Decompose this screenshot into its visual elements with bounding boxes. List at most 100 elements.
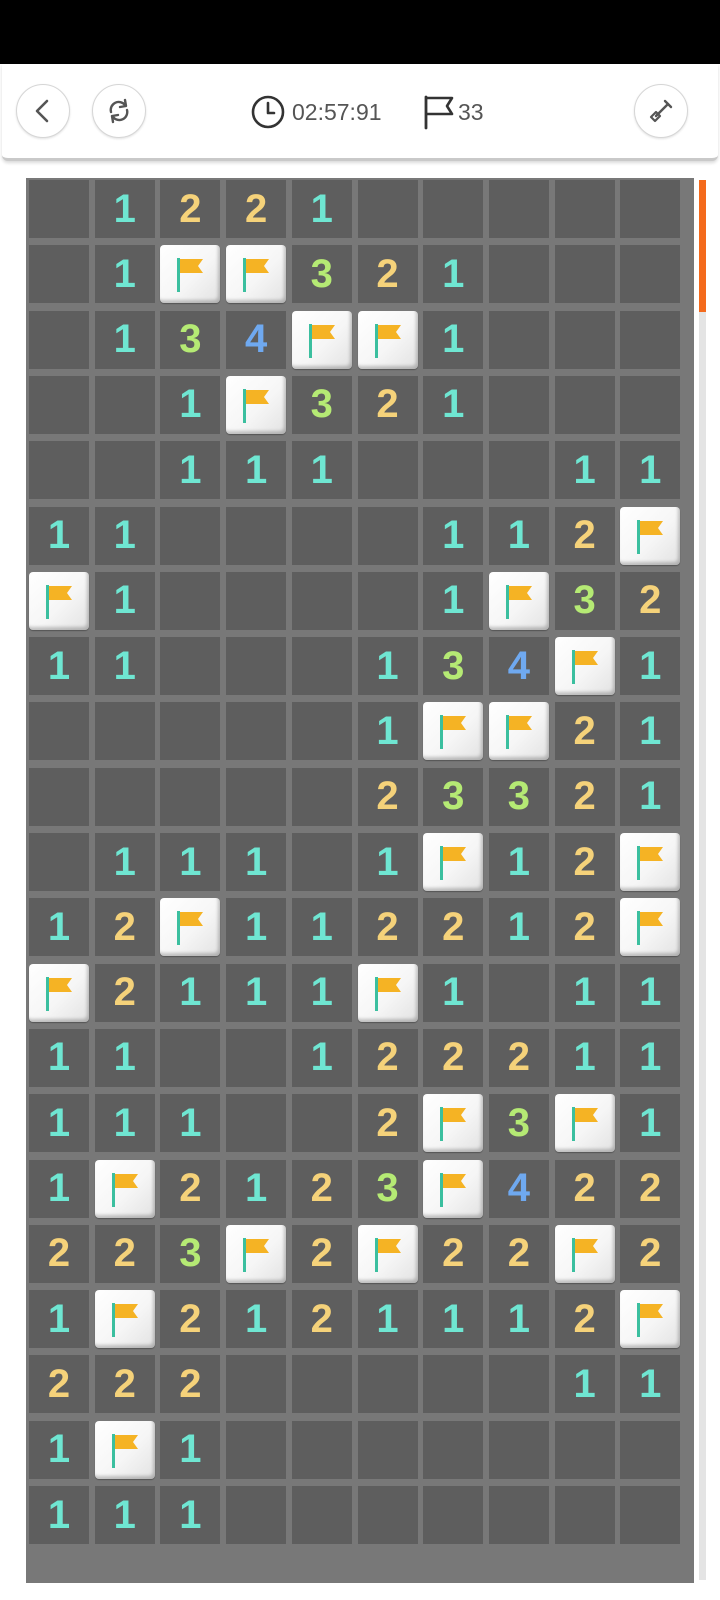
cell-number[interactable]: 1	[488, 506, 549, 565]
cell-revealed-empty[interactable]	[226, 506, 287, 565]
cell-flagged[interactable]	[488, 571, 549, 630]
cell-revealed-empty[interactable]	[554, 1420, 615, 1479]
cell-revealed-empty[interactable]	[423, 180, 484, 238]
cell-revealed-empty[interactable]	[94, 441, 155, 500]
cell-number[interactable]: 2	[357, 1028, 418, 1087]
cell-revealed-empty[interactable]	[357, 1486, 418, 1544]
cell-revealed-empty[interactable]	[226, 637, 287, 696]
cell-revealed-empty[interactable]	[160, 637, 221, 696]
cell-revealed-empty[interactable]	[357, 441, 418, 500]
cell-revealed-empty[interactable]	[291, 637, 352, 696]
cell-revealed-empty[interactable]	[160, 1028, 221, 1087]
cell-flagged[interactable]	[423, 702, 484, 761]
cell-flagged[interactable]	[423, 1159, 484, 1218]
dig-mode-button[interactable]	[634, 84, 688, 138]
cell-number[interactable]: 2	[94, 898, 155, 957]
cell-flagged[interactable]	[620, 506, 681, 565]
cell-revealed-empty[interactable]	[226, 1420, 287, 1479]
cell-number[interactable]: 2	[160, 1355, 221, 1414]
cell-revealed-empty[interactable]	[423, 1355, 484, 1414]
cell-revealed-empty[interactable]	[357, 506, 418, 565]
cell-number[interactable]: 2	[423, 1224, 484, 1283]
cell-number[interactable]: 2	[94, 1224, 155, 1283]
cell-revealed-empty[interactable]	[29, 767, 89, 826]
cell-revealed-empty[interactable]	[554, 245, 615, 304]
cell-revealed-empty[interactable]	[488, 1486, 549, 1544]
cell-number[interactable]: 1	[29, 637, 89, 696]
cell-number[interactable]: 1	[291, 1028, 352, 1087]
cell-number[interactable]: 1	[29, 1420, 89, 1479]
cell-number[interactable]: 2	[554, 1290, 615, 1349]
cell-number[interactable]: 3	[554, 571, 615, 630]
cell-number[interactable]: 1	[29, 1486, 89, 1544]
cell-number[interactable]: 2	[291, 1159, 352, 1218]
cell-number[interactable]: 2	[554, 898, 615, 957]
cell-revealed-empty[interactable]	[488, 310, 549, 369]
cell-number[interactable]: 4	[488, 1159, 549, 1218]
cell-number[interactable]: 2	[160, 1290, 221, 1349]
cell-number[interactable]: 1	[160, 1420, 221, 1479]
cell-number[interactable]: 1	[423, 963, 484, 1022]
cell-number[interactable]: 3	[357, 1159, 418, 1218]
cell-revealed-empty[interactable]	[29, 245, 89, 304]
cell-revealed-empty[interactable]	[357, 571, 418, 630]
cell-flagged[interactable]	[29, 571, 89, 630]
cell-flagged[interactable]	[160, 898, 221, 957]
cell-revealed-empty[interactable]	[357, 1420, 418, 1479]
cell-revealed-empty[interactable]	[226, 1355, 287, 1414]
cell-revealed-empty[interactable]	[291, 1094, 352, 1153]
cell-flagged[interactable]	[554, 1094, 615, 1153]
cell-number[interactable]: 1	[160, 441, 221, 500]
cell-revealed-empty[interactable]	[94, 702, 155, 761]
cell-number[interactable]: 2	[357, 767, 418, 826]
cell-number[interactable]: 1	[488, 1290, 549, 1349]
cell-revealed-empty[interactable]	[29, 375, 89, 434]
cell-number[interactable]: 2	[620, 1159, 681, 1218]
cell-revealed-empty[interactable]	[620, 1486, 681, 1544]
cell-revealed-empty[interactable]	[94, 767, 155, 826]
cell-number[interactable]: 1	[620, 1355, 681, 1414]
cell-flagged[interactable]	[423, 833, 484, 891]
cell-number[interactable]: 3	[488, 767, 549, 826]
cell-revealed-empty[interactable]	[554, 1486, 615, 1544]
cell-revealed-empty[interactable]	[488, 963, 549, 1022]
cell-number[interactable]: 3	[160, 1224, 221, 1283]
cell-revealed-empty[interactable]	[29, 310, 89, 369]
cell-number[interactable]: 3	[291, 245, 352, 304]
cell-revealed-empty[interactable]	[423, 441, 484, 500]
cell-number[interactable]: 1	[94, 1028, 155, 1087]
cell-revealed-empty[interactable]	[357, 1355, 418, 1414]
cell-number[interactable]: 1	[160, 375, 221, 434]
cell-number[interactable]: 2	[29, 1355, 89, 1414]
cell-revealed-empty[interactable]	[620, 245, 681, 304]
cell-revealed-empty[interactable]	[620, 180, 681, 238]
cell-number[interactable]: 2	[554, 1159, 615, 1218]
cell-revealed-empty[interactable]	[488, 441, 549, 500]
cell-flagged[interactable]	[620, 898, 681, 957]
cell-revealed-empty[interactable]	[29, 833, 89, 891]
cell-revealed-empty[interactable]	[160, 702, 221, 761]
cell-flagged[interactable]	[620, 833, 681, 891]
cell-number[interactable]: 2	[357, 245, 418, 304]
cell-number[interactable]: 1	[620, 441, 681, 500]
cell-number[interactable]: 1	[620, 1094, 681, 1153]
cell-number[interactable]: 1	[29, 1159, 89, 1218]
cell-revealed-empty[interactable]	[554, 180, 615, 238]
cell-number[interactable]: 2	[160, 1159, 221, 1218]
cell-revealed-empty[interactable]	[29, 441, 89, 500]
cell-revealed-empty[interactable]	[291, 833, 352, 891]
cell-number[interactable]: 1	[94, 245, 155, 304]
cell-number[interactable]: 3	[423, 767, 484, 826]
cell-revealed-empty[interactable]	[357, 180, 418, 238]
cell-revealed-empty[interactable]	[423, 1420, 484, 1479]
cell-revealed-empty[interactable]	[160, 767, 221, 826]
cell-number[interactable]: 1	[620, 963, 681, 1022]
cell-number[interactable]: 1	[423, 571, 484, 630]
cell-number[interactable]: 1	[29, 506, 89, 565]
cell-revealed-empty[interactable]	[226, 1486, 287, 1544]
cell-flagged[interactable]	[357, 1224, 418, 1283]
cell-flagged[interactable]	[620, 1290, 681, 1349]
cell-revealed-empty[interactable]	[554, 310, 615, 369]
cell-number[interactable]: 2	[357, 898, 418, 957]
cell-revealed-empty[interactable]	[226, 571, 287, 630]
